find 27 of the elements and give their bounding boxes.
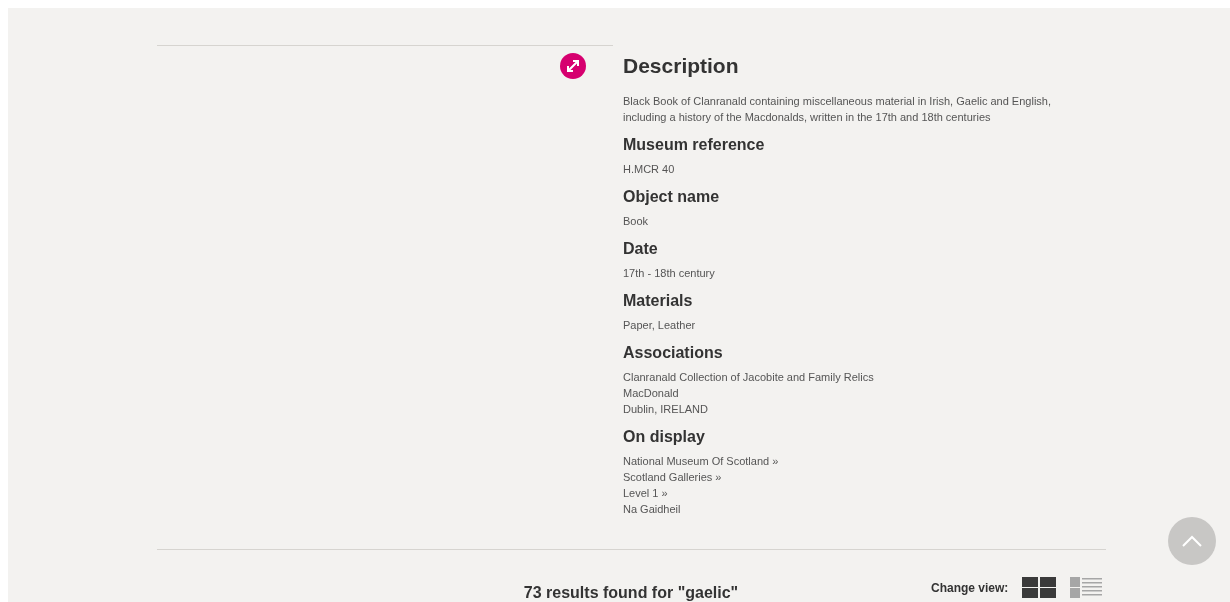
section-heading: Object name [623,187,721,207]
results-count: 73 results found for "gaelic" [522,584,740,602]
section-heading: Materials [623,291,694,311]
grid-view-button[interactable] [1022,577,1057,598]
detail-text: Book [623,214,650,229]
detail-text: National Museum Of Scotland » [623,454,780,469]
change-view-label: Change view: [931,579,1009,597]
detail-text: H.MCR 40 [623,162,676,177]
section-heading: Date [623,239,659,259]
list-icon [1070,577,1103,598]
detail-text: Na Gaidheil [623,502,682,517]
detail-text: Clanranald Collection of Jacobite and Family Relics [623,370,875,385]
section-heading: On display [623,427,706,447]
detail-text: Scotland Galleries » [623,470,723,485]
detail-text: 17th - 18th century [623,266,716,281]
detail-text: Dublin, IRELAND [623,402,709,417]
section-heading: Description [623,53,740,79]
expand-icon [566,59,580,73]
detail-text: Level 1 » [623,486,669,501]
expand-button[interactable] [560,53,586,79]
section-heading: Museum reference [623,135,766,155]
detail-text: Black Book of Clanranald containing miscellaneous material in Irish, Gaelic and English, including a history of the Macdonalds, written in the 17th and 18th centuries [623,94,1052,125]
section-heading: Associations [623,343,724,363]
detail-text: MacDonald [623,386,680,401]
detail-text: Paper, Leather [623,318,697,333]
grid-icon [1022,577,1057,598]
chevron-up-icon [1182,535,1202,547]
